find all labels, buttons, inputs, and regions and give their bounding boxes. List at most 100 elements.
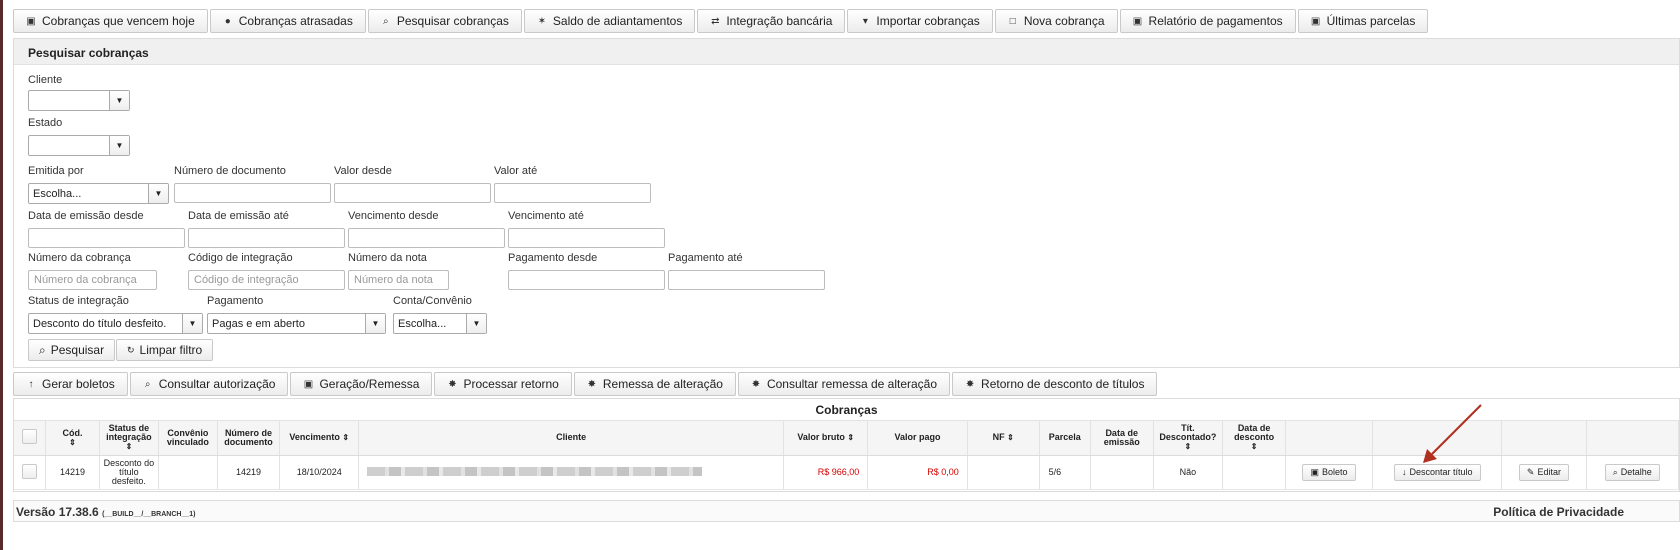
- numero-documento-input[interactable]: [174, 183, 331, 203]
- pesquisar-button-label: Pesquisar: [50, 343, 105, 357]
- cell-detalhe: ⌕ Detalhe: [1586, 455, 1680, 490]
- cell-descontar: ↓ Descontar título: [1372, 455, 1503, 490]
- actions-toolbar-button-1[interactable]: ⌕ Consultar autorização: [129, 372, 289, 396]
- header-cod[interactable]: Cód. ⇕: [45, 421, 100, 456]
- sort-icon: ⇕: [1007, 433, 1014, 443]
- top-toolbar-button-1[interactable]: ● Cobranças atrasadas: [209, 9, 366, 33]
- pagamento-select[interactable]: Pagas e em aberto ▼: [207, 313, 386, 334]
- top-toolbar-button-7[interactable]: ▣ Relatório de pagamentos: [1119, 9, 1296, 33]
- actions-toolbar-button-5[interactable]: ✸ Consultar remessa de alteração: [737, 372, 951, 396]
- upload-icon: ↑: [28, 378, 34, 390]
- top-toolbar-button-label: Cobranças que vencem hoje: [42, 14, 195, 28]
- sort-icon: ⇕: [69, 437, 76, 447]
- vencimento-ate-input[interactable]: [508, 228, 665, 248]
- top-toolbar-button-label: Relatório de pagamentos: [1148, 14, 1283, 28]
- actions-toolbar-button-0[interactable]: ↑ Gerar boletos: [13, 372, 128, 396]
- pagamento-desde-input[interactable]: [508, 270, 665, 290]
- search-panel: Pesquisar cobranças Cliente ▼ Estado ▼ E…: [13, 38, 1680, 368]
- clock-icon: ●: [224, 15, 231, 27]
- conta-convenio-select[interactable]: Escolha... ▼: [393, 313, 487, 334]
- estado-select[interactable]: ▼: [28, 135, 130, 156]
- data-emissao-desde-input[interactable]: [28, 228, 185, 248]
- calendar-icon: ▣: [26, 15, 36, 27]
- version-text: Versão 17.38.6 (__BUILD__/__BRANCH__1): [16, 505, 195, 519]
- cliente-select[interactable]: ▼: [28, 90, 130, 111]
- privacy-policy-link[interactable]: Política de Privacidade: [1493, 505, 1624, 519]
- select-all-checkbox[interactable]: [22, 429, 38, 445]
- top-toolbar-button-0[interactable]: ▣ Cobranças que vencem hoje: [13, 9, 208, 33]
- header-tit-descontado[interactable]: Tít. Descontado? ⇕: [1153, 421, 1224, 456]
- pagamento-ate-input[interactable]: [668, 270, 825, 290]
- header-status-label: Status de integração: [106, 423, 152, 443]
- top-toolbar-button-2[interactable]: ⌕ Pesquisar cobranças: [367, 9, 522, 33]
- header-vencimento[interactable]: Vencimento ⇕: [279, 421, 360, 456]
- chevron-down-icon: ▼: [109, 136, 129, 155]
- numero-nota-label: Número da nota: [348, 252, 427, 264]
- top-toolbar-button-8[interactable]: ▣ Últimas parcelas: [1297, 9, 1429, 33]
- header-status[interactable]: Status de integração ⇕: [99, 421, 160, 456]
- valor-desde-input[interactable]: [334, 183, 491, 203]
- calendar-icon: ▣: [1310, 15, 1321, 27]
- valor-desde-label: Valor desde: [334, 165, 392, 177]
- boleto-button[interactable]: ▣ Boleto: [1302, 463, 1356, 481]
- pagamento-label: Pagamento: [207, 295, 264, 307]
- gear-icon: ✸: [965, 378, 975, 390]
- top-toolbar-button-5[interactable]: ▾ Importar cobranças: [847, 9, 993, 33]
- pagamento-desde-label: Pagamento desde: [508, 252, 598, 264]
- header-action-3: [1501, 421, 1587, 456]
- header-vencimento-label: Vencimento: [289, 432, 340, 443]
- emitida-por-value: Escolha...: [33, 188, 82, 200]
- limpar-filtro-button[interactable]: ↻ Limpar filtro: [116, 339, 214, 361]
- limpar-filtro-button-label: Limpar filtro: [139, 343, 203, 357]
- data-emissao-desde-label: Data de emissão desde: [28, 210, 144, 222]
- document-icon: □: [1009, 15, 1016, 27]
- select-all-header: [14, 421, 47, 456]
- vencimento-desde-input[interactable]: [348, 228, 505, 248]
- descontar-titulo-button[interactable]: ↓ Descontar título: [1393, 463, 1481, 481]
- cell-editar: ✎ Editar: [1501, 455, 1587, 490]
- header-data-desconto[interactable]: Data de desconto ⇕: [1222, 421, 1286, 456]
- cobrancas-table-panel: Cobranças Cód. ⇕ Status de integração ⇕ Co…: [13, 398, 1680, 492]
- actions-toolbar-button-3[interactable]: ✸ Processar retorno: [434, 372, 572, 396]
- row-checkbox[interactable]: [22, 463, 38, 479]
- top-toolbar-button-3[interactable]: ✶ Saldo de adiantamentos: [523, 9, 696, 33]
- status-integracao-select[interactable]: Desconto do título desfeito. ▼: [28, 313, 203, 334]
- chevron-down-icon: ▼: [182, 314, 202, 333]
- pagamento-ate-label: Pagamento até: [668, 252, 743, 264]
- table-header-row: Cód. ⇕ Status de integração ⇕ Convênio vin…: [14, 421, 1680, 456]
- actions-toolbar-button-6[interactable]: ✸ Retorno de desconto de títulos: [952, 372, 1158, 396]
- cell-convenio: [158, 455, 218, 490]
- cliente-label: Cliente: [28, 74, 63, 86]
- valor-ate-input[interactable]: [494, 183, 651, 203]
- header-tit-descontado-label: Tít. Descontado?: [1159, 423, 1217, 443]
- header-data-desconto-label: Data de desconto: [1234, 423, 1275, 443]
- conta-convenio-value: Escolha...: [398, 318, 447, 330]
- search-panel-title: Pesquisar cobranças: [14, 39, 1679, 65]
- editar-button[interactable]: ✎ Editar: [1518, 463, 1569, 481]
- emitida-por-select[interactable]: Escolha... ▼: [28, 183, 169, 204]
- top-toolbar-button-label: Integração bancária: [726, 14, 833, 28]
- pin-icon: ✶: [537, 15, 547, 27]
- codigo-integracao-input[interactable]: Código de integração: [188, 270, 345, 290]
- sort-icon: ⇕: [1250, 442, 1258, 452]
- cell-valor-pago: R$ 0,00: [867, 455, 968, 490]
- cell-nf: [967, 455, 1040, 490]
- search-icon: ⌕: [144, 378, 151, 390]
- top-toolbar-button-4[interactable]: ⇄ Integração bancária: [697, 9, 846, 33]
- top-toolbar-button-6[interactable]: □ Nova cobrança: [994, 9, 1118, 33]
- numero-cobranca-input[interactable]: Número da cobrança: [28, 270, 157, 290]
- pagamento-value: Pagas e em aberto: [212, 318, 305, 330]
- pesquisar-button[interactable]: ⌕ Pesquisar: [28, 339, 116, 361]
- actions-toolbar: ↑ Gerar boletos ⌕ Consultar autorização ▣ Ger…: [13, 372, 1158, 396]
- numero-nota-input[interactable]: Número da nota: [348, 270, 449, 290]
- actions-toolbar-button-2[interactable]: ▣ Geração/Remessa: [290, 372, 433, 396]
- header-valor-bruto[interactable]: Valor bruto ⇕: [783, 421, 869, 456]
- chevron-down-icon: ▼: [365, 314, 385, 333]
- actions-toolbar-button-4[interactable]: ✸ Remessa de alteração: [573, 372, 736, 396]
- detalhe-button[interactable]: ⌕ Detalhe: [1604, 463, 1660, 481]
- data-emissao-ate-input[interactable]: [188, 228, 345, 248]
- actions-toolbar-button-label: Processar retorno: [463, 377, 559, 391]
- cell-data-emissao: [1090, 455, 1154, 490]
- top-toolbar: ▣ Cobranças que vencem hoje ● Cobranças atr…: [13, 9, 1429, 33]
- header-nf[interactable]: NF ⇕: [967, 421, 1040, 456]
